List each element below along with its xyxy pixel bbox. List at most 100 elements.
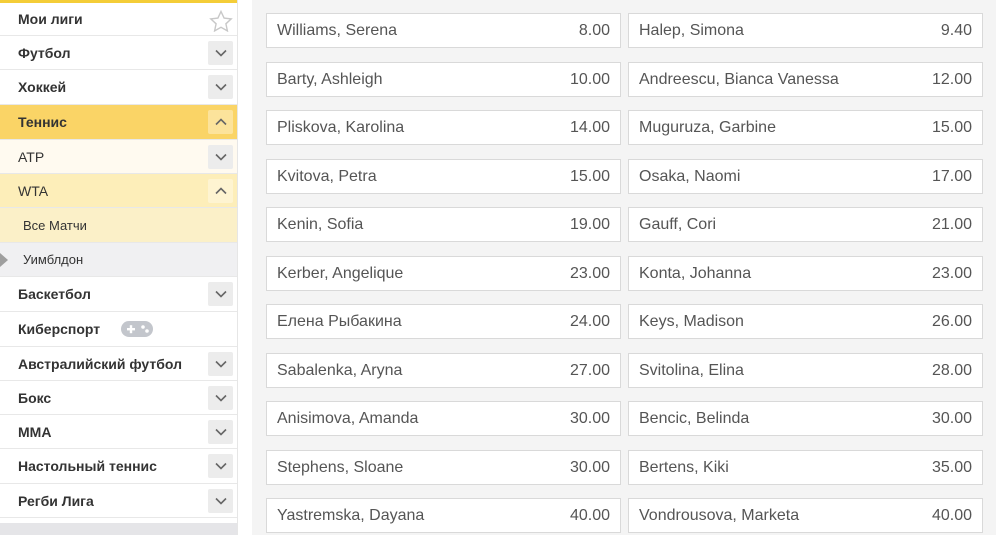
odds-button[interactable]: Kenin, Sofia 19.00	[266, 207, 621, 242]
sidebar-item-rugby-league[interactable]: Регби Лига	[0, 484, 237, 518]
sidebar-item-label: WTA	[18, 182, 49, 199]
odds-value: 19.00	[569, 215, 610, 233]
player-name: Sabalenka, Aryna	[277, 361, 403, 379]
odds-button[interactable]: Bencic, Belinda 30.00	[628, 401, 983, 436]
player-name: Kenin, Sofia	[277, 215, 364, 233]
player-name: Bertens, Kiki	[639, 458, 729, 476]
odds-value: 21.00	[931, 215, 972, 233]
odds-button[interactable]: Andreescu, Bianca Vanessa 12.00	[628, 62, 983, 97]
sidebar-item-label: Бокс	[18, 389, 52, 406]
sidebar-item-label: Футбол	[18, 44, 71, 61]
sidebar-footer-strip	[0, 523, 237, 535]
sidebar-item-my-leagues[interactable]: Мои лиги	[0, 3, 237, 36]
odds-value: 26.00	[931, 312, 972, 330]
odds-value: 27.00	[569, 361, 610, 379]
sidebar-item-label: Австралийский футбол	[18, 355, 182, 372]
chevron-up-icon[interactable]	[208, 178, 233, 203]
odds-value: 12.00	[931, 70, 972, 88]
sidebar-item-atp[interactable]: ATP	[0, 140, 237, 174]
odds-value: 40.00	[931, 506, 972, 524]
odds-value: 15.00	[569, 167, 610, 185]
odds-button[interactable]: Pliskova, Karolina 14.00	[266, 110, 621, 145]
odds-button[interactable]: Barty, Ashleigh 10.00	[266, 62, 621, 97]
odds-button[interactable]: Muguruza, Garbine 15.00	[628, 110, 983, 145]
odds-value: 23.00	[931, 264, 972, 282]
odds-button[interactable]: Keys, Madison 26.00	[628, 304, 983, 339]
chevron-down-icon[interactable]	[208, 488, 233, 513]
outright-odds-grid: Williams, Serena 8.00 Halep, Simona 9.40…	[252, 0, 996, 535]
odds-value: 35.00	[931, 458, 972, 476]
odds-value: 17.00	[931, 167, 972, 185]
odds-button[interactable]: Yastremska, Dayana 40.00	[266, 498, 621, 533]
player-name: Svitolina, Elina	[639, 361, 744, 379]
odds-button[interactable]: Gauff, Cori 21.00	[628, 207, 983, 242]
sidebar-item-mma[interactable]: MMA	[0, 415, 237, 449]
chevron-down-icon[interactable]	[208, 282, 233, 306]
player-name: Konta, Johanna	[639, 264, 752, 282]
odds-button[interactable]: Елена Рыбакина 24.00	[266, 304, 621, 339]
sidebar-item-label: Киберспорт	[18, 321, 101, 337]
sidebar-item-label: Баскетбол	[18, 286, 91, 302]
odds-button[interactable]: Anisimova, Amanda 30.00	[266, 401, 621, 436]
sidebar-item-all-matches[interactable]: Все Матчи	[0, 208, 237, 243]
player-name: Andreescu, Bianca Vanessa	[639, 70, 839, 88]
player-name: Osaka, Naomi	[639, 167, 741, 185]
chevron-down-icon[interactable]	[208, 40, 233, 65]
odds-button[interactable]: Osaka, Naomi 17.00	[628, 159, 983, 194]
chevron-down-icon[interactable]	[208, 351, 233, 376]
odds-value: 23.00	[569, 264, 610, 282]
odds-button[interactable]: Sabalenka, Aryna 27.00	[266, 353, 621, 388]
odds-button[interactable]: Williams, Serena 8.00	[266, 13, 621, 48]
sidebar-item-esports[interactable]: Киберспорт	[0, 312, 237, 347]
sidebar-item-label: Теннис	[18, 114, 67, 130]
chevron-down-icon[interactable]	[208, 419, 233, 444]
player-name: Bencic, Belinda	[639, 409, 750, 427]
sidebar-item-football[interactable]: Футбол	[0, 36, 237, 70]
player-name: Pliskova, Karolina	[277, 118, 405, 136]
odds-button[interactable]: Konta, Johanna 23.00	[628, 256, 983, 291]
odds-button[interactable]: Vondrousova, Marketa 40.00	[628, 498, 983, 533]
sidebar-item-hockey[interactable]: Хоккей	[0, 70, 237, 105]
chevron-down-icon[interactable]	[208, 75, 233, 99]
chevron-down-icon[interactable]	[208, 454, 233, 478]
sidebar-item-label: Регби Лига	[18, 492, 94, 509]
chevron-down-icon[interactable]	[208, 144, 233, 169]
chevron-up-icon[interactable]	[208, 110, 233, 134]
sidebar-item-wta[interactable]: WTA	[0, 174, 237, 208]
odds-value: 15.00	[931, 118, 972, 136]
odds-value: 30.00	[931, 409, 972, 427]
odds-button[interactable]: Svitolina, Elina 28.00	[628, 353, 983, 388]
player-name: Kerber, Angelique	[277, 264, 404, 282]
player-name: Gauff, Cori	[639, 215, 717, 233]
sidebar-item-australian-football[interactable]: Австралийский футбол	[0, 347, 237, 381]
sidebar-item-tennis[interactable]: Теннис	[0, 105, 237, 140]
sidebar-item-wimbledon[interactable]: Уимблдон	[0, 243, 237, 277]
player-name: Kvitova, Petra	[277, 167, 377, 185]
odds-value: 28.00	[931, 361, 972, 379]
chevron-down-icon[interactable]	[208, 385, 233, 410]
player-name: Williams, Serena	[277, 21, 398, 39]
odds-button[interactable]: Stephens, Sloane 30.00	[266, 450, 621, 485]
player-name: Halep, Simona	[639, 21, 744, 39]
odds-value: 14.00	[569, 118, 610, 136]
player-name: Keys, Madison	[639, 312, 744, 330]
player-name: Елена Рыбакина	[277, 312, 402, 330]
odds-value: 40.00	[569, 506, 610, 524]
star-icon[interactable]	[209, 9, 233, 37]
player-name: Yastremska, Dayana	[277, 506, 425, 524]
odds-button[interactable]: Bertens, Kiki 35.00	[628, 450, 983, 485]
player-name: Muguruza, Garbine	[639, 118, 776, 136]
sidebar-item-label: Все Матчи	[23, 217, 87, 233]
sidebar-item-basketball[interactable]: Баскетбол	[0, 277, 237, 312]
player-name: Vondrousova, Marketa	[639, 506, 800, 524]
odds-button[interactable]: Kvitova, Petra 15.00	[266, 159, 621, 194]
sidebar-item-label: MMA	[18, 423, 52, 440]
player-name: Stephens, Sloane	[277, 458, 404, 476]
sidebar-item-label: Хоккей	[18, 79, 67, 95]
sidebar-item-boxing[interactable]: Бокс	[0, 381, 237, 415]
sidebar-item-table-tennis[interactable]: Настольный теннис	[0, 449, 237, 484]
odds-value: 30.00	[569, 458, 610, 476]
odds-value: 24.00	[569, 312, 610, 330]
odds-button[interactable]: Halep, Simona 9.40	[628, 13, 983, 48]
odds-button[interactable]: Kerber, Angelique 23.00	[266, 256, 621, 291]
